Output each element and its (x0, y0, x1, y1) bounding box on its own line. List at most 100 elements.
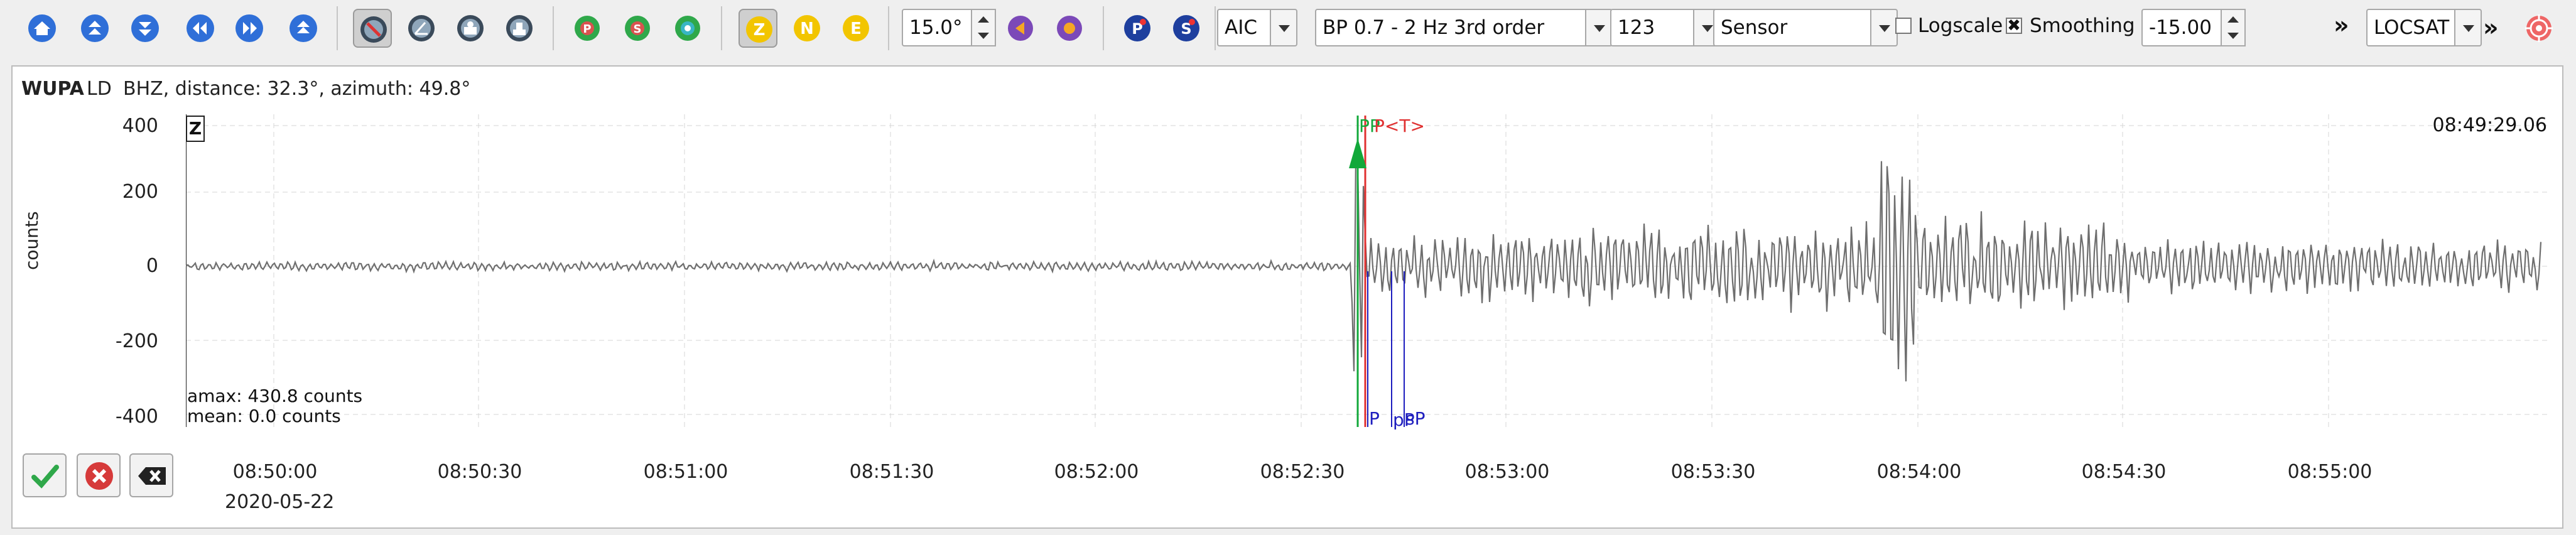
pick-arrow (1349, 138, 1366, 168)
pick-tool-button[interactable] (353, 9, 392, 48)
x-tick-label: 08:50:00 (232, 461, 318, 483)
component-z-button[interactable]: Z (739, 9, 777, 48)
toolbar: P S Z N E 15.0° P S AIC BP 0.7 - 2 Hz 3r… (0, 0, 2576, 58)
scroll-up-icon (81, 14, 109, 42)
reject-icon (85, 462, 113, 490)
svg-text:S: S (634, 23, 642, 36)
smoothing-label: Smoothing (2030, 14, 2135, 37)
theory-label-p: P (1369, 408, 1380, 429)
component-e-button[interactable]: E (836, 9, 875, 48)
home-icon (28, 14, 56, 42)
scroll-right-icon (235, 14, 263, 42)
scroll-top-icon (290, 14, 317, 42)
scroll-left-button[interactable] (181, 9, 220, 48)
x-tick-label: 08:55:00 (2287, 461, 2373, 483)
logscale-label: Logscale (1918, 14, 2003, 37)
x-tick-label: 08:53:30 (1670, 461, 1756, 483)
picker-method-dropdown-arrow[interactable] (1270, 9, 1297, 46)
trace-timestamp: 08:49:29.06 (2432, 114, 2547, 136)
trace-info: BHZ, distance: 32.3°, azimuth: 49.8° (123, 78, 471, 100)
svg-text:P: P (583, 23, 591, 36)
number-select[interactable]: 123 (1610, 9, 1704, 46)
x-tick-label: 08:51:30 (849, 461, 934, 483)
target-icon (2525, 14, 2553, 42)
phase-p-icon: P (1124, 15, 1150, 41)
home-button[interactable] (23, 9, 62, 48)
green-action-2-button[interactable]: S (618, 9, 657, 48)
seismogram-plot[interactable] (186, 114, 2548, 427)
component-n-button[interactable]: N (787, 9, 826, 48)
separator (337, 6, 338, 50)
y-tick-label: 200 (122, 181, 158, 203)
delete-pick-icon (138, 467, 166, 485)
amax-readout: amax: 430.8 counts (187, 386, 363, 406)
pick-label-pt: P<T> (1374, 116, 1425, 136)
component-z-label: Z (754, 21, 766, 40)
separator (888, 6, 889, 50)
pick-tool-icon (360, 16, 387, 43)
logscale-checkbox[interactable] (1895, 18, 1912, 34)
accept-button[interactable] (23, 453, 67, 497)
waveform-trace (186, 155, 2542, 382)
unit-select[interactable]: Sensor (1713, 9, 1881, 46)
green-action-3-button[interactable] (668, 9, 707, 48)
scroll-top-button[interactable] (284, 9, 323, 48)
delete-pick-button[interactable] (129, 453, 173, 497)
green-action-icon: S (625, 16, 650, 41)
station-tool-icon (506, 15, 533, 41)
angle-spinbox[interactable]: 15.0° (902, 9, 975, 46)
unit-dropdown-arrow[interactable] (1870, 9, 1898, 46)
locator-select[interactable]: LOCSAT (2366, 9, 2468, 46)
phase-p-button[interactable]: P (1118, 9, 1157, 48)
x-tick-label: 08:54:00 (1876, 461, 1962, 483)
x-tick-label: 08:51:00 (643, 461, 728, 483)
target-button[interactable] (2519, 9, 2558, 48)
scroll-down-button[interactable] (126, 9, 165, 48)
toolbar-overflow-icon[interactable]: » (2334, 11, 2349, 39)
station-tool-button[interactable] (500, 9, 539, 48)
purple-action-1-button[interactable] (1001, 9, 1040, 48)
component-badge: Z (186, 116, 205, 142)
filter-select[interactable]: BP 0.7 - 2 Hz 3rd order (1315, 9, 1596, 46)
scroll-down-icon (131, 14, 159, 42)
offset-spin-buttons[interactable] (2221, 9, 2246, 46)
separator (553, 6, 554, 50)
y-tick-label: -400 (115, 406, 158, 428)
angle-tool-button[interactable] (402, 9, 441, 48)
y-axis-label: counts (21, 211, 42, 270)
network-code: LD (87, 78, 112, 100)
station-code: WUPA (21, 78, 84, 100)
x-tick-label: 08:50:30 (437, 461, 522, 483)
offset-spinbox[interactable]: -15.00 (2141, 9, 2223, 46)
component-z-icon: Z (746, 16, 772, 43)
mean-readout: mean: 0.0 counts (187, 406, 341, 426)
component-e-icon: E (843, 15, 869, 41)
green-action-1-button[interactable]: P (568, 9, 607, 48)
filter-dropdown-arrow[interactable] (1585, 9, 1613, 46)
phase-s-button[interactable]: S (1167, 9, 1206, 48)
scroll-right-button[interactable] (230, 9, 269, 48)
component-n-label: N (800, 19, 814, 38)
phase-sort-icon (1057, 16, 1082, 41)
y-tick-label: -200 (115, 330, 158, 352)
component-e-label: E (850, 19, 862, 38)
accept-icon (31, 465, 59, 489)
scroll-up-button[interactable] (75, 9, 114, 48)
theory-label-sp: sP (1405, 408, 1426, 429)
scroll-left-icon (187, 14, 214, 42)
angle-spin-buttons[interactable] (971, 9, 996, 46)
locator-dropdown-arrow[interactable] (2454, 9, 2482, 46)
toolbar-overflow-icon-2[interactable]: » (2483, 14, 2499, 41)
separator (1215, 6, 1216, 50)
reject-button[interactable] (77, 453, 121, 497)
x-tick-label: 08:52:00 (1054, 461, 1139, 483)
green-action-icon (675, 16, 700, 41)
purple-action-2-button[interactable] (1050, 9, 1089, 48)
separator (1103, 6, 1104, 50)
x-tick-label: 08:53:00 (1464, 461, 1550, 483)
x-tick-label: 08:52:30 (1260, 461, 1345, 483)
smoothing-checkbox[interactable]: ✖ (2006, 18, 2022, 34)
record-tool-button[interactable] (451, 9, 490, 48)
component-n-icon: N (794, 15, 820, 41)
separator (721, 6, 722, 50)
